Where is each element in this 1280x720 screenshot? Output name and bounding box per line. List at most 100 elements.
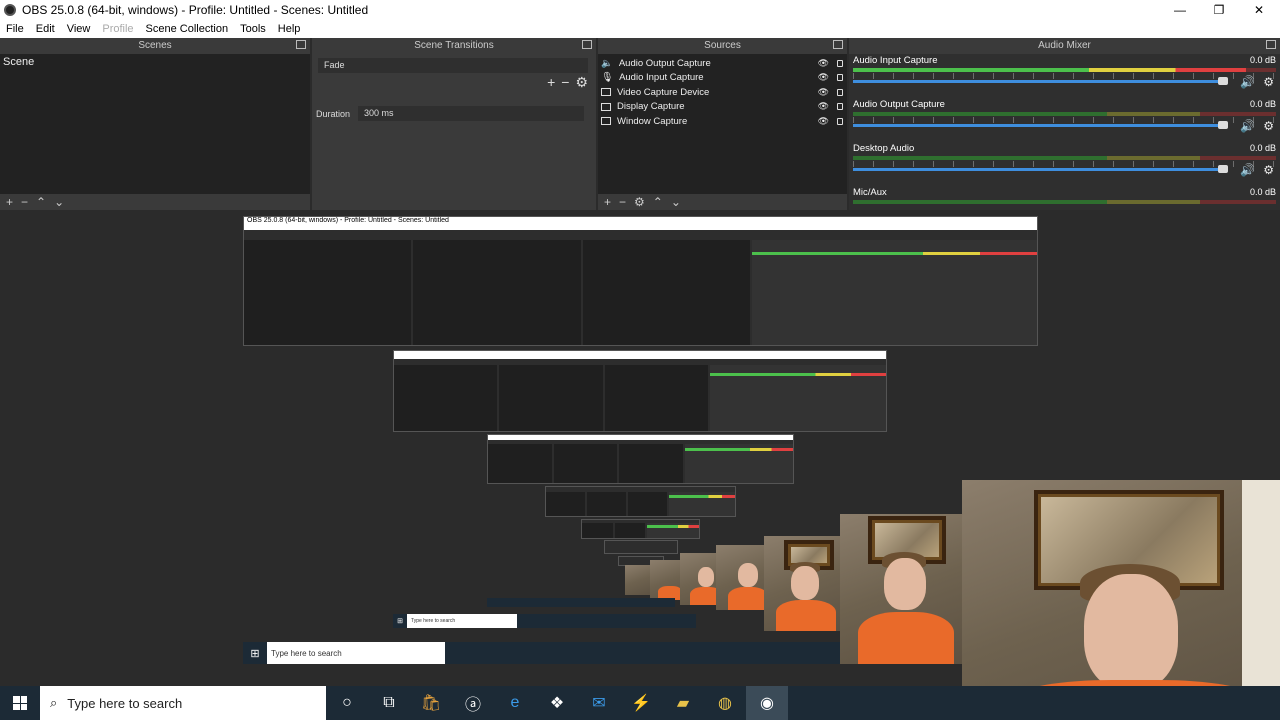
webcam-feed	[962, 480, 1280, 720]
microphone-icon: 🎙	[601, 72, 614, 84]
mixer-track: Desktop Audio 0.0 dB 🔊 ⚙	[853, 143, 1276, 177]
eye-icon[interactable]: 👁	[818, 72, 829, 83]
nested-preview	[604, 540, 678, 554]
menu-file[interactable]: File	[0, 23, 30, 35]
menu-tools[interactable]: Tools	[234, 23, 272, 35]
source-item[interactable]: Video Capture Device 👁	[598, 85, 847, 100]
chrome-icon[interactable]: ◍	[704, 686, 746, 720]
source-item[interactable]: 🎙 Audio Input Capture 👁	[598, 71, 847, 86]
lock-icon[interactable]	[837, 74, 843, 82]
sources-title: Sources	[704, 39, 741, 51]
transition-select[interactable]: Fade	[318, 58, 588, 73]
minus-icon[interactable]: −	[561, 74, 569, 91]
monitor-icon	[601, 102, 611, 111]
menu-profile[interactable]: Profile	[96, 23, 139, 35]
arrow-down-icon[interactable]: ⌄	[54, 195, 64, 209]
plus-icon[interactable]: +	[6, 195, 13, 209]
nested-taskbar: ⊞ Type here to search	[393, 614, 696, 628]
eye-icon[interactable]: 👁	[818, 101, 829, 112]
eye-icon[interactable]: 👁	[818, 87, 829, 98]
dropbox-icon[interactable]: ❖	[536, 686, 578, 720]
lock-icon[interactable]	[837, 117, 843, 125]
close-button[interactable]: ✕	[1239, 0, 1279, 19]
plus-icon[interactable]: +	[604, 195, 611, 209]
arrow-down-icon[interactable]: ⌄	[671, 195, 681, 209]
scenes-toolbar: + − ⌃ ⌄	[0, 194, 310, 210]
scene-item[interactable]: Scene	[0, 54, 310, 70]
duration-label: Duration	[316, 108, 351, 119]
volume-fader[interactable]	[853, 124, 1222, 127]
restore-button[interactable]: ❐	[1199, 0, 1239, 19]
undock-icon[interactable]	[296, 40, 306, 49]
transitions-title: Scene Transitions	[414, 39, 494, 51]
nested-preview	[581, 519, 700, 539]
scenes-list[interactable]: Scene	[0, 54, 310, 194]
presenter-face	[1084, 574, 1178, 690]
gear-icon[interactable]: ⚙	[575, 74, 588, 91]
gear-icon[interactable]: ⚙	[1263, 119, 1274, 133]
source-item[interactable]: 🔈 Audio Output Capture 👁	[598, 56, 847, 71]
lock-icon[interactable]	[837, 103, 843, 111]
window-title: OBS 25.0.8 (64-bit, windows) - Profile: …	[22, 2, 369, 17]
arrow-up-icon[interactable]: ⌃	[36, 195, 46, 209]
windows-icon: ⊞	[397, 618, 403, 625]
speaker-icon[interactable]: 🔊	[1240, 163, 1255, 177]
menu-scene-collection[interactable]: Scene Collection	[140, 23, 235, 35]
gear-icon[interactable]: ⚙	[634, 195, 645, 209]
taskbar-search[interactable]: ⌕ Type here to search	[40, 686, 326, 720]
search-placeholder: Type here to search	[67, 695, 183, 711]
fader-handle[interactable]	[1218, 165, 1228, 173]
volume-fader[interactable]	[853, 168, 1222, 171]
sources-list[interactable]: 🔈 Audio Output Capture 👁 🎙 Audio Input Capt…	[598, 54, 847, 194]
cortana-icon[interactable]: ○	[326, 686, 368, 720]
menu-view[interactable]: View	[61, 23, 97, 35]
scenes-dock: Scenes Scene + − ⌃ ⌄	[0, 38, 310, 210]
minus-icon[interactable]: −	[21, 195, 28, 209]
menu-help[interactable]: Help	[272, 23, 307, 35]
sources-dock: Sources 🔈 Audio Output Capture 👁 🎙 Audio In…	[598, 38, 847, 210]
fader-handle[interactable]	[1218, 121, 1228, 129]
start-button[interactable]	[0, 686, 40, 720]
volume-fader[interactable]	[853, 80, 1222, 83]
volume-meter	[853, 112, 1276, 116]
search-icon: ⌕	[50, 695, 58, 710]
speaker-icon: 🔈	[601, 57, 613, 69]
sources-toolbar: + − ⚙ ⌃ ⌄	[598, 194, 847, 210]
edge-icon[interactable]: e	[494, 686, 536, 720]
audio-mixer-dock: Audio Mixer Audio Input Capture 0.0 dB 🔊…	[849, 38, 1280, 210]
nested-search-box: Type here to search	[407, 614, 517, 628]
fader-handle[interactable]	[1218, 77, 1228, 85]
gear-icon[interactable]: ⚙	[1263, 163, 1274, 177]
lock-icon[interactable]	[837, 59, 843, 67]
nested-preview	[545, 486, 736, 517]
store-icon[interactable]: 🛍	[410, 686, 452, 720]
source-item[interactable]: Window Capture 👁	[598, 114, 847, 129]
obs-icon[interactable]: ◉	[746, 686, 788, 720]
eye-icon[interactable]: 👁	[818, 58, 829, 69]
amazon-icon[interactable]: ⓐ	[452, 686, 494, 720]
eye-icon[interactable]: 👁	[818, 116, 829, 127]
webcam-feed	[840, 514, 964, 664]
visual-studio-icon[interactable]: ⚡	[620, 686, 662, 720]
nested-search-box: Type here to search	[267, 642, 445, 664]
speaker-icon[interactable]: 🔊	[1240, 75, 1255, 89]
undock-icon[interactable]	[1266, 40, 1276, 49]
minus-icon[interactable]: −	[619, 195, 626, 209]
minimize-button[interactable]: —	[1160, 0, 1200, 19]
menu-edit[interactable]: Edit	[30, 23, 61, 35]
gear-icon[interactable]: ⚙	[1263, 75, 1274, 89]
mail-icon[interactable]: ✉	[578, 686, 620, 720]
duration-input[interactable]: 300 ms	[358, 106, 585, 121]
speaker-icon[interactable]: 🔊	[1240, 119, 1255, 133]
nested-taskbar: ⊞ Type here to search	[243, 642, 840, 664]
task-view-icon[interactable]: ⧉	[368, 686, 410, 720]
nested-preview	[393, 350, 887, 432]
arrow-up-icon[interactable]: ⌃	[653, 195, 663, 209]
undock-icon[interactable]	[833, 40, 843, 49]
mixer-tracks: Audio Input Capture 0.0 dB 🔊 ⚙ Audio Outp…	[849, 54, 1280, 210]
source-item[interactable]: Display Capture 👁	[598, 100, 847, 115]
undock-icon[interactable]	[582, 40, 592, 49]
lock-icon[interactable]	[837, 88, 843, 96]
file-explorer-icon[interactable]: ▰	[662, 686, 704, 720]
plus-icon[interactable]: +	[547, 74, 555, 91]
